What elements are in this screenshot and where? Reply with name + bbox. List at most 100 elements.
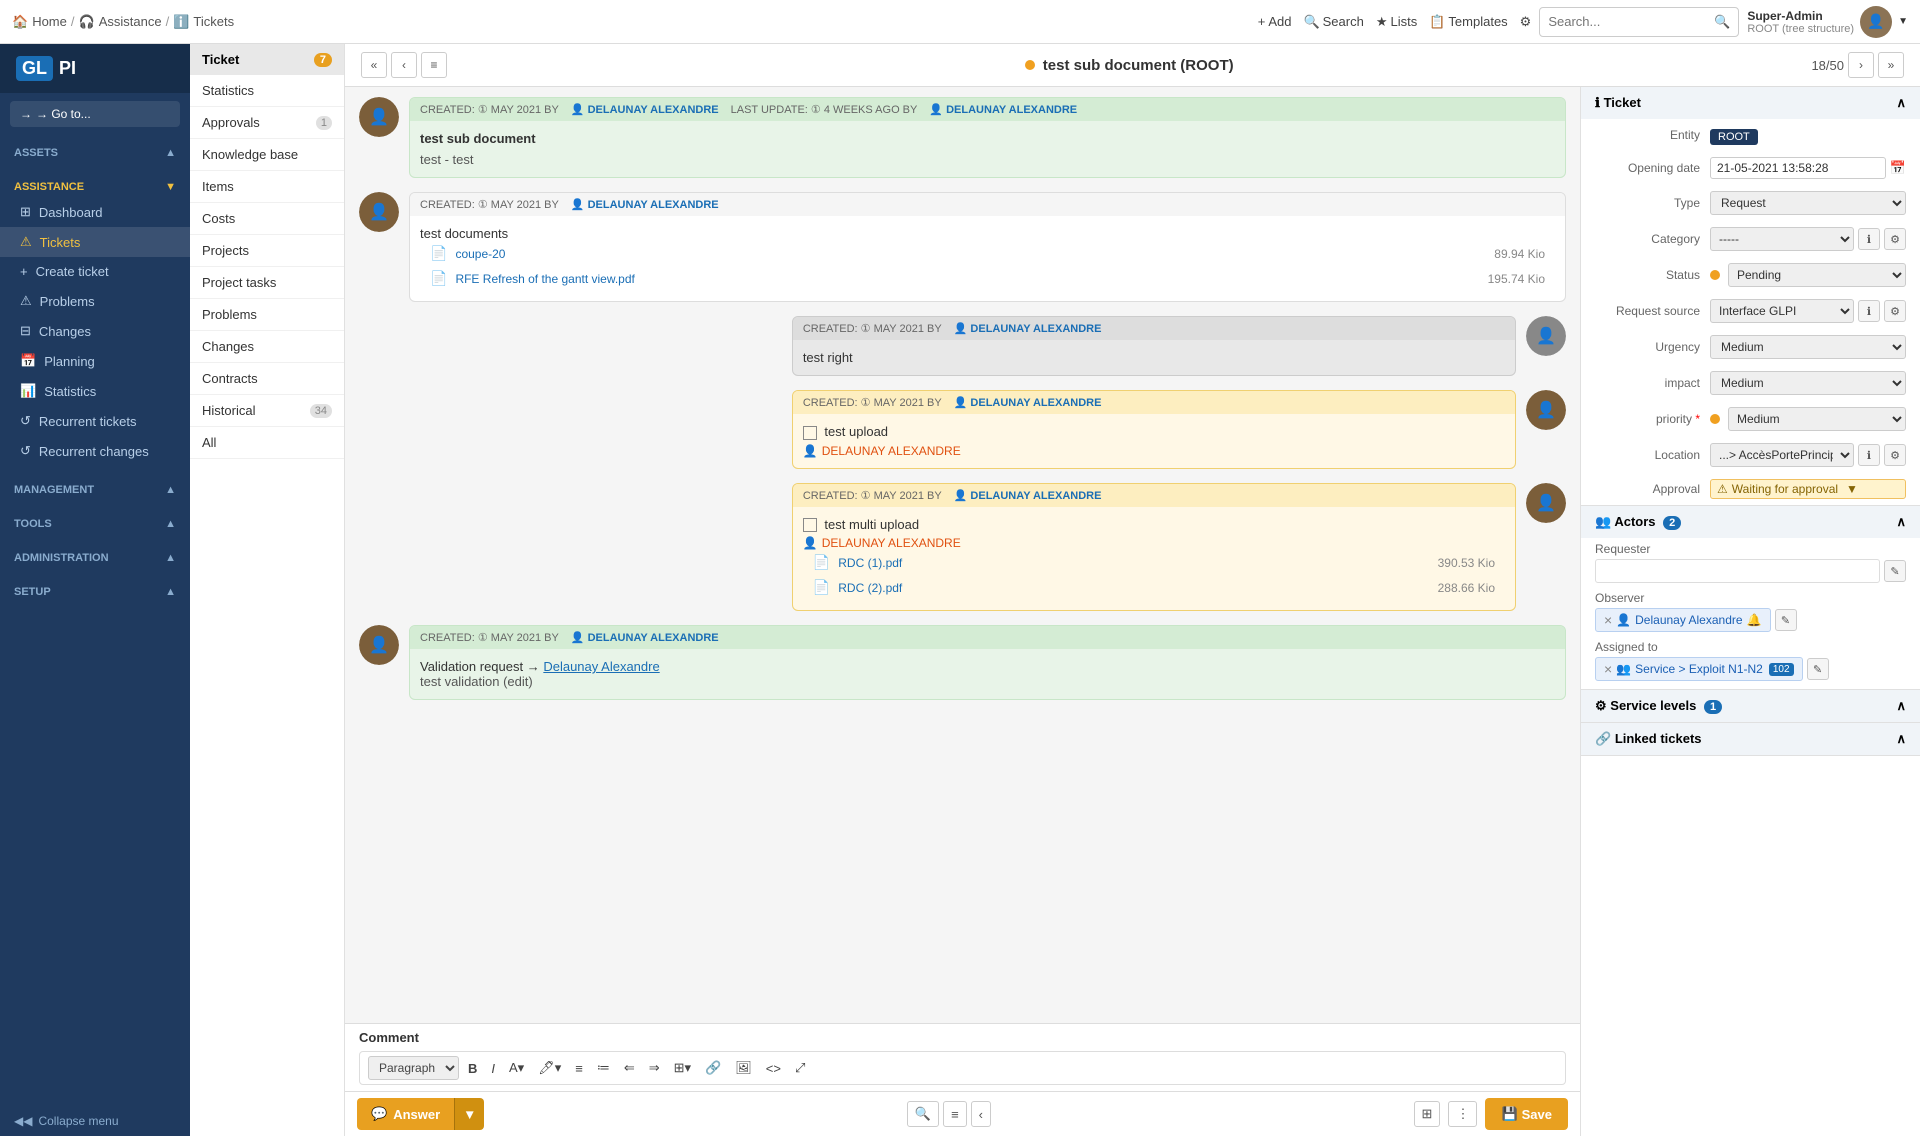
- sidebar-item-recurrent-changes[interactable]: ↺ Recurrent changes: [0, 436, 190, 466]
- list-icon-btn[interactable]: ≡: [943, 1101, 967, 1127]
- indent-button[interactable]: ⇒: [644, 1056, 665, 1080]
- category-settings-icon[interactable]: ⚙: [1884, 228, 1906, 250]
- category-info-icon[interactable]: ℹ: [1858, 228, 1880, 250]
- attachment-rdc1[interactable]: 📄 RDC (1).pdf 390.53 Kio: [803, 550, 1505, 575]
- secondary-nav-projects[interactable]: Projects: [190, 235, 344, 267]
- service-levels-header[interactable]: ⚙ Service levels 1 ∧: [1581, 690, 1920, 722]
- secondary-nav-project-tasks[interactable]: Project tasks: [190, 267, 344, 299]
- goto-button[interactable]: → → Go to...: [10, 101, 180, 127]
- ticket-collapse-icon[interactable]: ∧: [1896, 95, 1906, 111]
- secondary-nav-contracts[interactable]: Contracts: [190, 363, 344, 395]
- tools-header[interactable]: Tools ▲: [0, 512, 190, 534]
- collapse-menu-button[interactable]: ◀◀ Collapse menu: [0, 1106, 190, 1136]
- templates-button[interactable]: 📋 Templates: [1429, 14, 1507, 30]
- calendar-icon[interactable]: 📅: [1890, 160, 1906, 176]
- search-input[interactable]: [1548, 14, 1714, 29]
- approval-dropdown-icon[interactable]: ▼: [1846, 482, 1858, 496]
- fullscreen-button[interactable]: ⤢: [790, 1056, 810, 1080]
- assigned-remove-btn[interactable]: ×: [1604, 661, 1612, 677]
- task-checkbox-2[interactable]: [803, 518, 817, 532]
- breadcrumb-tickets[interactable]: Tickets: [193, 14, 234, 29]
- sidebar-item-tickets[interactable]: ⚠ Tickets: [0, 227, 190, 257]
- secondary-nav-costs[interactable]: Costs: [190, 203, 344, 235]
- lists-button[interactable]: ★ Lists: [1376, 14, 1417, 30]
- link-button[interactable]: 🔗: [700, 1056, 726, 1080]
- source-settings-icon[interactable]: ⚙: [1884, 300, 1906, 322]
- validation-link[interactable]: Delaunay Alexandre: [543, 659, 659, 674]
- collapse-icon-btn[interactable]: ‹: [971, 1101, 991, 1127]
- setup-header[interactable]: Setup ▲: [0, 580, 190, 602]
- search-icon[interactable]: 🔍: [1714, 14, 1730, 30]
- breadcrumb-assistance[interactable]: Assistance: [99, 14, 162, 29]
- secondary-nav-items[interactable]: Items: [190, 171, 344, 203]
- prev-button[interactable]: ‹: [391, 52, 417, 78]
- image-button[interactable]: 🖼: [730, 1056, 757, 1080]
- secondary-nav-knowledge-base[interactable]: Knowledge base: [190, 139, 344, 171]
- paragraph-select[interactable]: Paragraph: [368, 1056, 459, 1080]
- next-button[interactable]: ›: [1848, 52, 1874, 78]
- answer-dropdown-button[interactable]: ▼: [454, 1098, 484, 1130]
- search-button[interactable]: 🔍 Search: [1303, 14, 1363, 30]
- assigned-edit-icon[interactable]: ✎: [1807, 658, 1829, 680]
- sidebar-item-problems[interactable]: ⚠ Problems: [0, 286, 190, 316]
- outdent-button[interactable]: ⇐: [619, 1056, 640, 1080]
- bullet-list-button[interactable]: ≡: [570, 1057, 588, 1080]
- sidebar-item-dashboard[interactable]: ⊞ Dashboard: [0, 197, 190, 227]
- sidebar-item-planning[interactable]: 📅 Planning: [0, 346, 190, 376]
- location-select[interactable]: ...> AccèsPortePrincipale: [1710, 443, 1854, 467]
- impact-select[interactable]: Medium Very Low Low High Very High: [1710, 371, 1906, 395]
- urgency-select[interactable]: Medium Very Low Low High Very High: [1710, 335, 1906, 359]
- administration-header[interactable]: Administration ▲: [0, 546, 190, 568]
- attachment-coupe20[interactable]: 📄 coupe-20 89.94 Kio: [420, 241, 1555, 266]
- management-header[interactable]: Management ▲: [0, 478, 190, 500]
- sidebar-goto[interactable]: → → Go to...: [10, 101, 180, 127]
- assistance-header[interactable]: Assistance ▼: [0, 175, 190, 197]
- type-select[interactable]: Request Incident: [1710, 191, 1906, 215]
- filter-icon-btn[interactable]: 🔍: [907, 1101, 939, 1127]
- secondary-nav-problems[interactable]: Problems: [190, 299, 344, 331]
- more-options-btn[interactable]: ⋮: [1448, 1101, 1477, 1127]
- next-next-button[interactable]: »: [1878, 52, 1904, 78]
- add-button[interactable]: + Add: [1258, 14, 1292, 29]
- requester-edit-icon[interactable]: ✎: [1884, 560, 1906, 582]
- actors-collapse-icon[interactable]: ∧: [1896, 514, 1906, 530]
- location-settings-icon[interactable]: ⚙: [1884, 444, 1906, 466]
- grid-view-btn[interactable]: ⊞: [1414, 1101, 1441, 1127]
- prev-prev-button[interactable]: «: [361, 52, 387, 78]
- numbered-list-button[interactable]: ≔: [592, 1056, 615, 1080]
- text-color-button[interactable]: A▾: [504, 1056, 529, 1080]
- sidebar-item-create-ticket[interactable]: + Create ticket: [0, 257, 190, 286]
- search-bar[interactable]: 🔍: [1539, 7, 1739, 37]
- secondary-nav-changes[interactable]: Changes: [190, 331, 344, 363]
- category-select[interactable]: -----: [1710, 227, 1854, 251]
- bold-button[interactable]: B: [463, 1057, 482, 1080]
- location-info-icon[interactable]: ℹ: [1858, 444, 1880, 466]
- secondary-nav-all[interactable]: All: [190, 427, 344, 459]
- status-select[interactable]: Pending New Processing Solved Closed: [1728, 263, 1906, 287]
- task-checkbox-1[interactable]: [803, 426, 817, 440]
- table-button[interactable]: ⊞▾: [669, 1056, 696, 1080]
- observer-remove-btn[interactable]: ×: [1604, 612, 1612, 628]
- user-avatar[interactable]: 👤: [1860, 6, 1892, 38]
- highlight-button[interactable]: 🖊▾: [533, 1056, 566, 1080]
- sidebar-item-statistics[interactable]: 📊 Statistics: [0, 376, 190, 406]
- request-source-select[interactable]: Interface GLPI: [1710, 299, 1854, 323]
- actors-section-header[interactable]: 👥 Actors 2 ∧: [1581, 506, 1920, 538]
- code-button[interactable]: <>: [761, 1057, 786, 1080]
- ticket-section-header[interactable]: ℹ Ticket ∧: [1581, 87, 1920, 119]
- linked-tickets-collapse-icon[interactable]: ∧: [1896, 731, 1906, 747]
- settings-icon[interactable]: ⚙: [1520, 14, 1532, 30]
- attachment-rdc2[interactable]: 📄 RDC (2).pdf 288.66 Kio: [803, 575, 1505, 600]
- source-info-icon[interactable]: ℹ: [1858, 300, 1880, 322]
- linked-tickets-header[interactable]: 🔗 Linked tickets ∧: [1581, 723, 1920, 755]
- secondary-nav-historical[interactable]: Historical 34: [190, 395, 344, 427]
- attachment-rfe[interactable]: 📄 RFE Refresh of the gantt view.pdf 195.…: [420, 266, 1555, 291]
- sidebar-item-recurrent-tickets[interactable]: ↺ Recurrent tickets: [0, 406, 190, 436]
- secondary-nav-approvals[interactable]: Approvals 1: [190, 107, 344, 139]
- assets-header[interactable]: Assets ▲: [0, 141, 190, 163]
- list-view-button[interactable]: ≡: [421, 52, 447, 78]
- opening-date-input[interactable]: [1710, 157, 1886, 179]
- italic-button[interactable]: I: [486, 1057, 500, 1080]
- answer-button[interactable]: 💬 Answer: [357, 1098, 454, 1130]
- secondary-nav-statistics[interactable]: Statistics: [190, 75, 344, 107]
